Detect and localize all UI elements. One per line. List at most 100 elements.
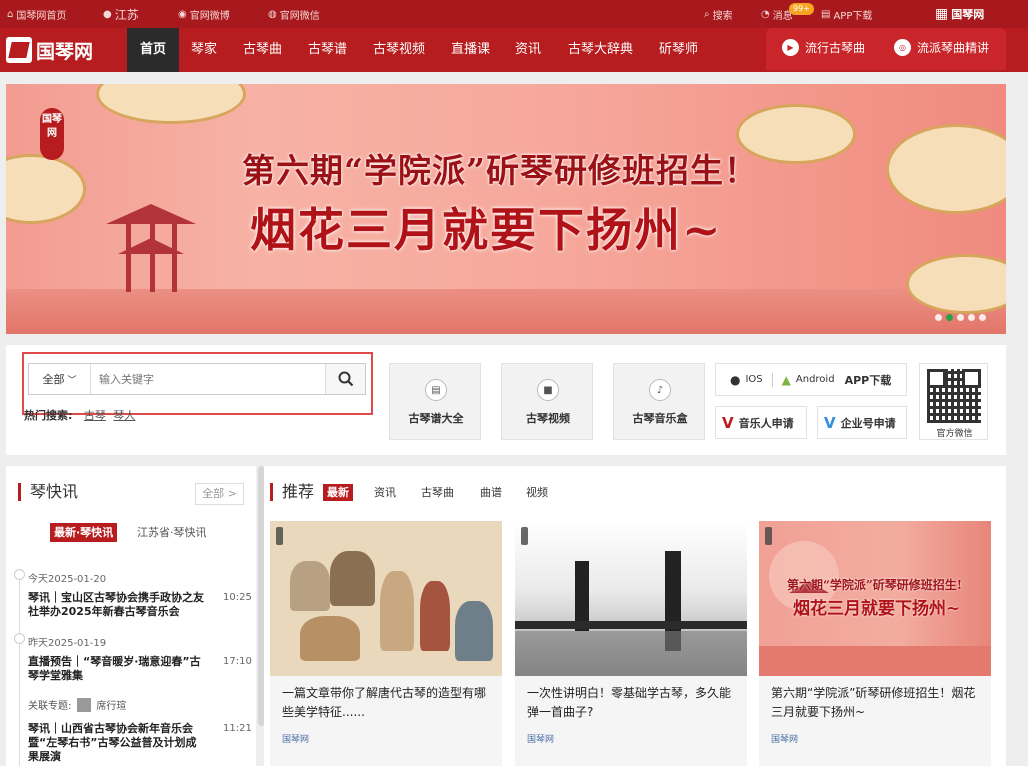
- top-bar: ⌂ 国琴网首页 ● 江苏 ◉ 官网微博 ◍ 官网微信 ⌕ 搜索 ◔ 消息 99+ ▤ APP下…: [0, 0, 1028, 28]
- nav-item-dictionary[interactable]: 古琴大辞典: [568, 28, 633, 72]
- nav-item-guqin-videos[interactable]: 古琴视频: [373, 28, 425, 72]
- cloud-decoration: [886, 124, 1006, 214]
- article-card[interactable]: 一次性讲明白！零基础学古琴，多久能弹一首曲子? 国琴网: [515, 521, 747, 766]
- nav-item-home[interactable]: 首页: [127, 28, 180, 72]
- brand-link[interactable]: ▦ 国琴网: [935, 0, 984, 28]
- banner-headline: 第六期“学院派”斫琴研修班招生！: [242, 151, 758, 190]
- hot-searches: 热门搜索: 古琴 琴人: [24, 409, 136, 422]
- tab-news[interactable]: 资讯: [374, 484, 396, 501]
- weibo-link[interactable]: ◉ 官网微博: [178, 0, 230, 28]
- nav-item-qinjia[interactable]: 琴家: [191, 28, 217, 72]
- school-songs-link[interactable]: ◎ 流派琴曲精讲: [894, 39, 989, 56]
- wechat-icon: ◍: [268, 8, 277, 20]
- nav-item-live-class[interactable]: 直播课: [451, 28, 490, 72]
- article-title: 一次性讲明白！零基础学古琴，多久能弹一首曲子?: [527, 686, 732, 719]
- wechat-link[interactable]: ◍ 官网微信: [268, 0, 320, 28]
- search-input[interactable]: [91, 364, 325, 394]
- score-icon: ▤: [425, 379, 447, 401]
- app-download-link[interactable]: ▤ APP下载: [821, 0, 872, 28]
- location-link[interactable]: ● 江苏: [103, 0, 139, 28]
- home-icon: ⌂: [7, 8, 14, 20]
- hot-search-link[interactable]: 琴人: [113, 409, 135, 422]
- news-item[interactable]: 琴讯｜山西省古琴协会新年音乐会暨“左琴右书”古琴公益普及计划成果展演: [28, 722, 206, 764]
- tile-videos[interactable]: ■ 古琴视频: [501, 363, 593, 440]
- carousel-dot-active[interactable]: [946, 314, 953, 321]
- apple-icon: ●: [730, 372, 741, 387]
- article-thumbnail: 第六期“学院派”斫琴研修班招生! 烟花三月就要下扬州~: [759, 521, 991, 676]
- thumbnail-subheadline: 烟花三月就要下扬州~: [793, 599, 961, 619]
- search-link[interactable]: ⌕ 搜索: [704, 0, 733, 28]
- carousel-dot[interactable]: [957, 314, 964, 321]
- disc-icon: ◎: [894, 39, 911, 56]
- search-button[interactable]: [325, 364, 365, 394]
- messages-link[interactable]: ◔ 消息: [761, 0, 793, 28]
- hot-search-link[interactable]: 古琴: [84, 409, 106, 422]
- android-icon: ▲: [781, 372, 791, 387]
- related-topic[interactable]: 关联专题: 席行瑄: [28, 697, 126, 712]
- banner-subheadline: 烟花三月就要下扬州~: [250, 203, 723, 257]
- message-count-badge: 99+: [789, 3, 814, 15]
- news-time: 11:21: [223, 723, 252, 734]
- day-label: 昨天2025-01-19: [28, 638, 107, 649]
- video-tag-icon: [276, 527, 283, 545]
- logo-icon: [6, 37, 32, 63]
- news-more-button[interactable]: 全部 >: [195, 483, 244, 505]
- article-title: 一篇文章带你了解唐代古琴的造型有哪些美学特征......: [282, 686, 487, 719]
- tab-scores[interactable]: 曲谱: [480, 484, 502, 501]
- home-link[interactable]: ⌂ 国琴网首页: [7, 0, 66, 28]
- popular-songs-link[interactable]: ▶ 流行古琴曲: [782, 39, 865, 56]
- video-tag-icon: [765, 527, 772, 545]
- carousel-dot[interactable]: [935, 314, 942, 321]
- phone-icon: ▤: [821, 8, 831, 20]
- timeline-dot: [14, 633, 25, 644]
- article-thumbnail: [515, 521, 747, 676]
- tab-latest[interactable]: 最新: [323, 484, 353, 501]
- carousel-dots: [935, 314, 986, 321]
- bell-icon: ◔: [761, 8, 770, 20]
- day-label: 今天2025-01-20: [28, 574, 107, 585]
- nav-item-news[interactable]: 资讯: [515, 28, 541, 72]
- banner-seal: 国琴网: [40, 108, 64, 160]
- article-card[interactable]: 一篇文章带你了解唐代古琴的造型有哪些美学特征...... 国琴网: [270, 521, 502, 766]
- search-category-select[interactable]: 全部 ﹀: [29, 364, 91, 394]
- v-badge-blue-icon: V: [824, 413, 836, 432]
- banner-ground: [6, 289, 1006, 334]
- v-badge-red-icon: V: [722, 413, 734, 432]
- news-item[interactable]: 直播预告｜“琴音暖岁·瑞意迎春”古琴学堂雅集: [28, 655, 206, 683]
- nav-item-guqin-songs[interactable]: 古琴曲: [243, 28, 282, 72]
- search-bar: 全部 ﹀: [28, 363, 366, 395]
- tab-jiangsu-news[interactable]: 江苏省·琴快讯: [133, 523, 211, 542]
- tab-latest-news[interactable]: 最新·琴快讯: [50, 523, 118, 542]
- musician-apply-button[interactable]: V 音乐人申请: [715, 406, 807, 439]
- music-note-icon: ♪: [649, 379, 671, 401]
- enterprise-apply-button[interactable]: V 企业号申请: [817, 406, 907, 439]
- avatar: [77, 697, 92, 712]
- nav-item-qin-makers[interactable]: 斫琴师: [659, 28, 698, 72]
- app-download-box[interactable]: ● IOS ▲ Android APP下载: [715, 363, 907, 396]
- tab-guqin-songs[interactable]: 古琴曲: [421, 484, 454, 501]
- news-time: 10:25: [223, 592, 252, 603]
- news-item[interactable]: 琴讯｜宝山区古琴协会携手政协之友社举办2025年新春古琴音乐会: [28, 591, 206, 619]
- article-source: 国琴网: [527, 735, 555, 745]
- cloud-decoration: [96, 84, 246, 124]
- article-title: 第六期“学院派”斫琴研修班招生！烟花三月就要下扬州~: [771, 686, 976, 719]
- carousel-dot[interactable]: [979, 314, 986, 321]
- article-card[interactable]: 第六期“学院派”斫琴研修班招生! 烟花三月就要下扬州~ 第六期“学院派”斫琴研修…: [759, 521, 991, 766]
- article-thumbnail: [270, 521, 502, 676]
- location-pin-icon: ●: [103, 8, 112, 20]
- pavilion-illustration: [106, 194, 196, 294]
- tab-videos[interactable]: 视频: [526, 484, 548, 501]
- search-icon: ⌕: [704, 8, 710, 20]
- hero-banner[interactable]: 国琴网 第六期“学院派”斫琴研修班招生！ 烟花三月就要下扬州~: [6, 84, 1006, 334]
- search-icon: [338, 371, 353, 387]
- main-nav: 国琴网 首页 琴家 古琴曲 古琴谱 古琴视频 直播课 资讯 古琴大辞典 斫琴师 …: [0, 28, 1028, 72]
- news-flash-panel: 琴快讯 全部 > 最新·琴快讯 江苏省·琴快讯 今天2025-01-20 琴讯｜…: [6, 466, 256, 766]
- wechat-qr[interactable]: 官方微信: [919, 363, 988, 440]
- brand-logo-icon: ▦: [935, 6, 949, 22]
- site-logo[interactable]: 国琴网: [6, 34, 93, 66]
- thumbnail-headline: 第六期“学院派”斫琴研修班招生!: [787, 578, 963, 592]
- tile-score-library[interactable]: ▤ 古琴谱大全: [389, 363, 481, 440]
- tile-music-box[interactable]: ♪ 古琴音乐盒: [613, 363, 705, 440]
- nav-item-guqin-scores[interactable]: 古琴谱: [308, 28, 347, 72]
- carousel-dot[interactable]: [968, 314, 975, 321]
